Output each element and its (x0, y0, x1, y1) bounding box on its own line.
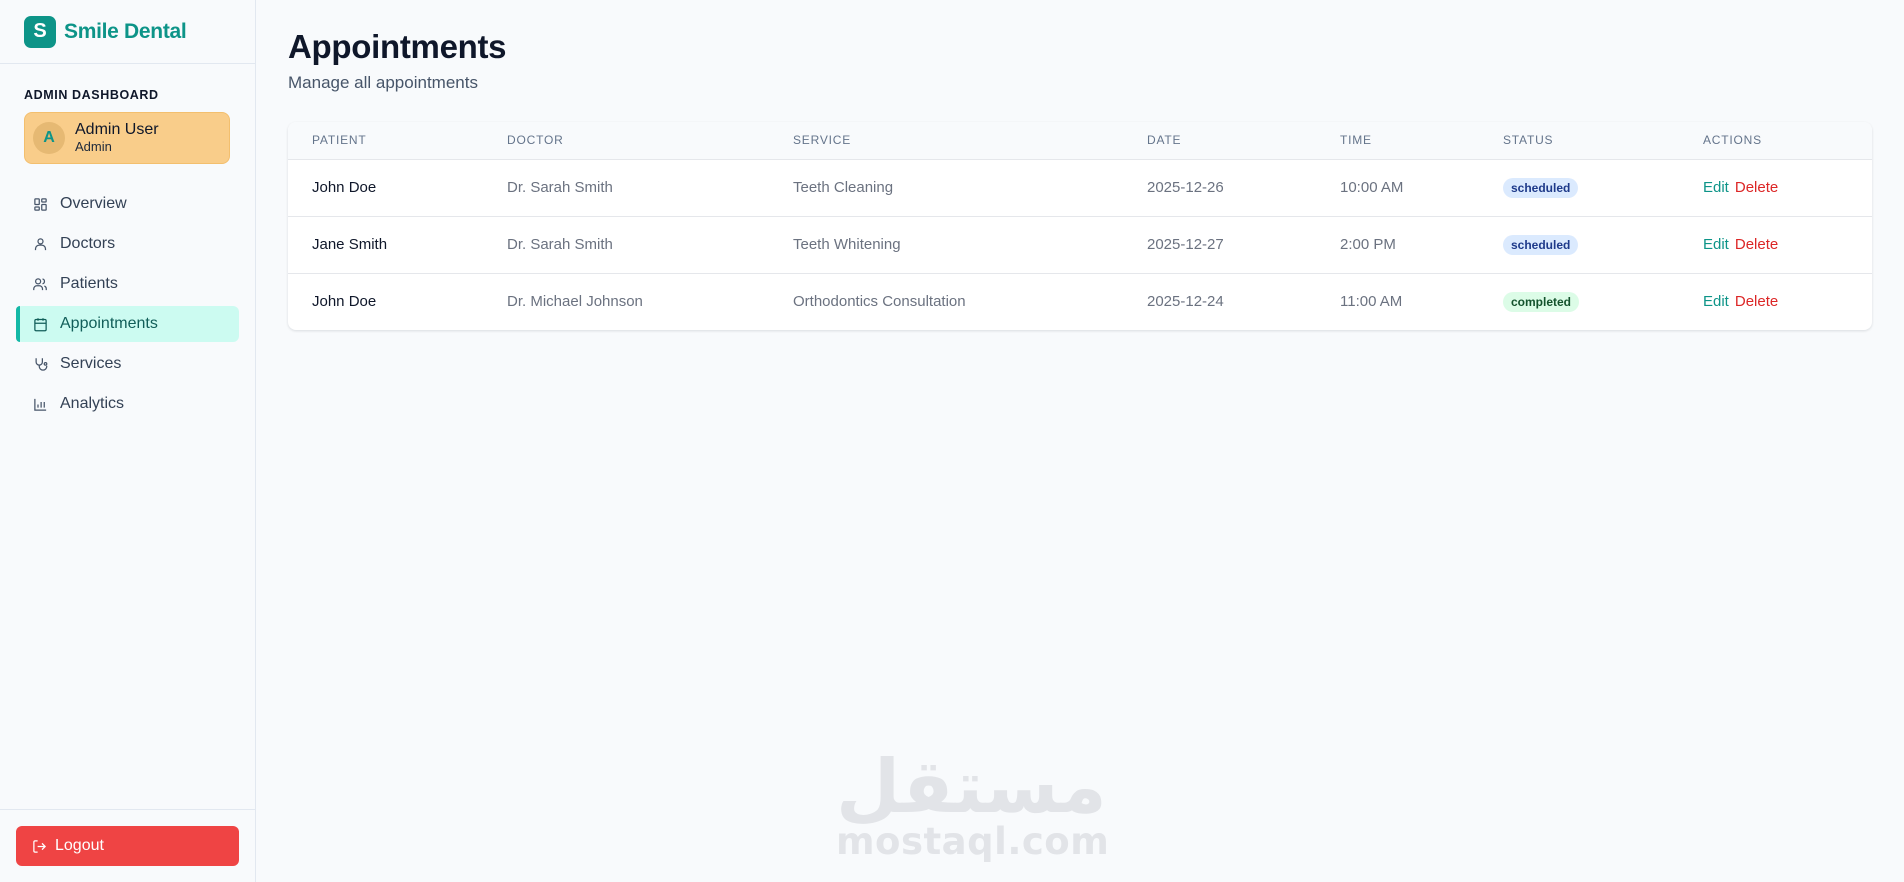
status-badge: completed (1503, 291, 1580, 312)
brand[interactable]: S Smile Dental (0, 0, 255, 64)
sidebar-item-label: Services (60, 355, 122, 372)
time-cell: 2:00 PM (1316, 216, 1479, 274)
avatar: A (33, 122, 65, 154)
user-icon (32, 236, 48, 252)
table-row[interactable]: John Doe Dr. Michael Johnson Orthodontic… (288, 273, 1872, 330)
sidebar-item-services[interactable]: Services (16, 346, 239, 382)
sidebar-item-analytics[interactable]: Analytics (16, 386, 239, 422)
delete-button[interactable]: Delete (1735, 236, 1778, 253)
status-cell: scheduled (1479, 159, 1679, 217)
user-card: A Admin User Admin (24, 112, 230, 164)
sidebar-item-overview[interactable]: Overview (16, 186, 239, 222)
watermark-arabic: مستقل (836, 744, 1107, 830)
column-header-patient[interactable]: PATIENT (288, 122, 483, 160)
patient-cell: John Doe (312, 293, 377, 311)
role-label: ADMIN DASHBOARD (24, 88, 159, 102)
edit-button[interactable]: Edit (1703, 179, 1729, 196)
doctor-cell: Dr. Sarah Smith (483, 216, 769, 274)
column-header-doctor[interactable]: DOCTOR (483, 122, 769, 160)
logout-icon (32, 839, 47, 854)
doctor-cell: Dr. Michael Johnson (507, 293, 643, 311)
brand-name: Smile Dental (64, 19, 187, 43)
page-subtitle: Manage all appointments (288, 73, 478, 92)
watermark-latin: mostaql.com (836, 820, 1110, 863)
bar-chart-icon (32, 396, 48, 412)
logout-label: Logout (55, 837, 104, 854)
column-header-actions: ACTIONS (1679, 122, 1872, 160)
sidebar-item-label: Appointments (60, 315, 158, 332)
actions-cell: Edit Delete (1679, 159, 1872, 217)
edit-button[interactable]: Edit (1703, 236, 1729, 253)
appointments-table: PATIENT DOCTOR SERVICE DATE TIME STATUS … (288, 122, 1872, 330)
sidebar-item-appointments[interactable]: Appointments (16, 306, 239, 342)
doctor-cell: Dr. Sarah Smith (483, 159, 769, 217)
stethoscope-icon (32, 356, 48, 372)
sidebar-footer: Logout (0, 809, 256, 882)
brand-logo: S (24, 15, 56, 48)
date-cell: 2025-12-24 (1147, 293, 1224, 311)
sidebar-item-doctors[interactable]: Doctors (16, 226, 239, 262)
service-cell: Teeth Whitening (769, 216, 1123, 274)
table-header-row: PATIENT DOCTOR SERVICE DATE TIME STATUS … (288, 122, 1872, 160)
calendar-icon (32, 316, 48, 332)
sidebar-nav: Overview Doctors Patients Appointments S… (16, 186, 239, 426)
status-cell: completed (1479, 273, 1679, 330)
status-badge: scheduled (1503, 234, 1579, 255)
table-row[interactable]: Jane Smith Dr. Sarah Smith Teeth Whiteni… (288, 216, 1872, 274)
user-role: Admin (75, 138, 112, 154)
sidebar-item-patients[interactable]: Patients (16, 266, 239, 302)
watermark: مستقل mostaql.com (836, 744, 1110, 863)
logout-button[interactable]: Logout (16, 826, 239, 866)
status-badge: scheduled (1503, 177, 1579, 198)
page-title: Appointments (288, 28, 507, 65)
actions-cell: Edit Delete (1679, 216, 1872, 274)
sidebar-item-label: Doctors (60, 235, 116, 252)
users-icon (32, 276, 48, 292)
table-row[interactable]: John Doe Dr. Sarah Smith Teeth Cleaning … (288, 159, 1872, 217)
sidebar-item-label: Analytics (60, 395, 125, 412)
column-header-status[interactable]: STATUS (1479, 122, 1679, 160)
column-header-service[interactable]: SERVICE (769, 122, 1123, 160)
delete-button[interactable]: Delete (1735, 179, 1778, 196)
time-cell: 10:00 AM (1316, 159, 1479, 217)
appointments-table-card: PATIENT DOCTOR SERVICE DATE TIME STATUS … (288, 122, 1872, 330)
delete-button[interactable]: Delete (1735, 293, 1778, 310)
status-cell: scheduled (1479, 216, 1679, 274)
sidebar: S Smile Dental ADMIN DASHBOARD A Admin U… (0, 0, 256, 882)
grid-icon (32, 196, 48, 212)
patient-cell: Jane Smith (288, 216, 483, 274)
service-cell: Teeth Cleaning (769, 159, 1123, 217)
edit-button[interactable]: Edit (1703, 293, 1729, 310)
sidebar-item-label: Patients (60, 275, 118, 292)
date-cell: 2025-12-26 (1123, 159, 1316, 217)
actions-cell: Edit Delete (1679, 273, 1872, 330)
column-header-date[interactable]: DATE (1123, 122, 1316, 160)
date-cell: 2025-12-27 (1123, 216, 1316, 274)
user-name: Admin User (75, 121, 159, 139)
sidebar-item-label: Overview (60, 195, 127, 212)
column-header-time[interactable]: TIME (1316, 122, 1479, 160)
service-cell: Orthodontics Consultation (793, 293, 966, 311)
time-cell: 11:00 AM (1340, 293, 1403, 311)
patient-cell: John Doe (288, 159, 483, 217)
